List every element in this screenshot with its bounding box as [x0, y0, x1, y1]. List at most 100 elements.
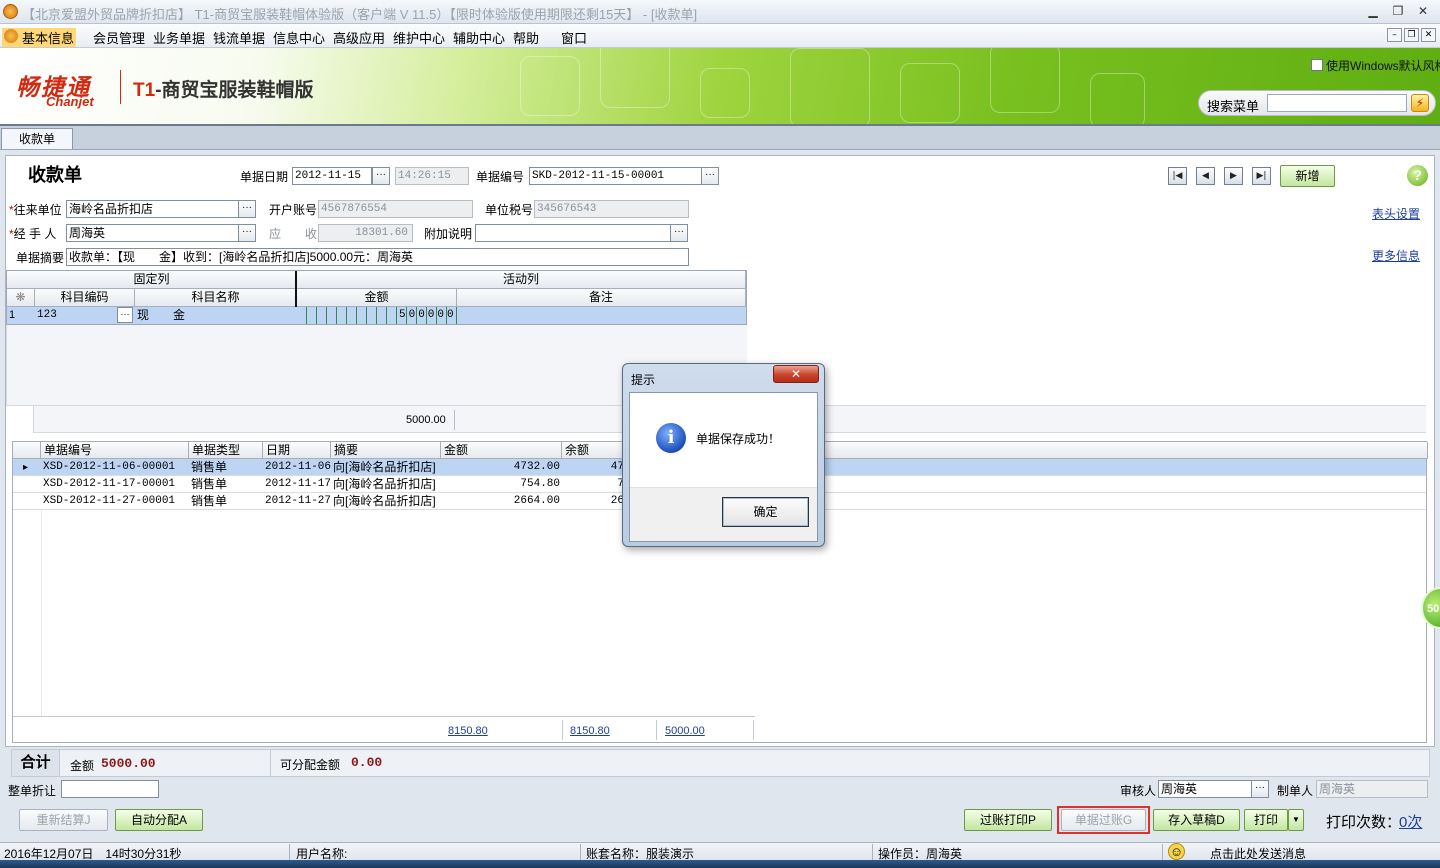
entry-sum-amount: 5000.00	[406, 414, 446, 426]
recalculate-button[interactable]: 重新结算J	[19, 809, 108, 831]
amount-cell[interactable]: 2664.00	[443, 494, 560, 509]
menu-auxiliary[interactable]: 辅助中心	[453, 28, 505, 47]
help-icon[interactable]: ?	[1407, 165, 1428, 186]
search-menu-label: 搜索菜单	[1207, 99, 1260, 114]
amount-cell[interactable]: 500000	[399, 308, 457, 323]
allocated-total-link[interactable]: 5000.00	[665, 724, 705, 739]
note-picker-button[interactable]: ···	[670, 224, 688, 242]
search-menu-input[interactable]	[1267, 94, 1407, 112]
header-settings-link[interactable]: 表头设置	[1372, 205, 1420, 222]
partner-picker-button[interactable]: ···	[238, 200, 256, 218]
menu-advanced[interactable]: 高级应用	[333, 28, 385, 47]
amount-total-link[interactable]: 8150.80	[448, 724, 488, 739]
os-taskbar	[0, 860, 1440, 868]
menu-basic-info[interactable]: 基本信息	[2, 28, 77, 47]
column-header[interactable]: 金额	[441, 442, 562, 459]
doc-number-field[interactable]: SKD-2012-11-15-00001	[529, 167, 702, 185]
windows-style-checkbox[interactable]	[1311, 59, 1323, 71]
print-count-link[interactable]: 0次	[1399, 811, 1422, 832]
doc-number-cell[interactable]: XSD-2012-11-27-00001	[43, 494, 175, 509]
table-row[interactable]: 1 123 ··· 现 金 500000	[7, 307, 746, 324]
menu-info-center[interactable]: 信息中心	[273, 28, 325, 47]
partner-label: *往来单位	[9, 201, 62, 218]
doc-type-cell[interactable]: 销售单	[191, 460, 227, 475]
totals-label: 合计	[12, 750, 60, 776]
doc-number-cell[interactable]: XSD-2012-11-06-00001	[43, 460, 175, 475]
doc-type-cell[interactable]: 销售单	[191, 477, 227, 492]
print-dropdown-icon[interactable]: ▼	[1288, 809, 1304, 831]
dialog-ok-button[interactable]: 确定	[722, 497, 809, 527]
date-field[interactable]: 2012-11-15	[292, 167, 372, 185]
partner-field[interactable]: 海岭名品折扣店	[66, 200, 239, 218]
column-header[interactable]: 金额	[297, 289, 457, 307]
first-record-button[interactable]: |◀	[1168, 167, 1187, 185]
account-code-cell[interactable]: 123	[37, 308, 57, 323]
menu-help[interactable]: 帮助	[513, 28, 539, 47]
column-header[interactable]: 备注	[457, 289, 746, 307]
new-button[interactable]: 新增	[1280, 165, 1335, 187]
last-record-button[interactable]: ▶|	[1252, 167, 1271, 185]
date-cell[interactable]: 2012-11-06	[265, 460, 331, 475]
post-and-print-button[interactable]: 过账打印P	[964, 809, 1052, 831]
mdi-minimize-button[interactable]: –	[1387, 28, 1402, 42]
auto-allocate-button[interactable]: 自动分配A	[115, 809, 203, 831]
auditor-picker-button[interactable]: ···	[1251, 780, 1269, 798]
dialog-body: i 单据保存成功！ 确定	[629, 392, 818, 542]
handler-field[interactable]: 周海英	[66, 224, 239, 242]
dialog-title: 提示	[631, 373, 656, 387]
date-cell[interactable]: 2012-11-27	[265, 494, 331, 509]
date-picker-button[interactable]: ···	[372, 167, 390, 185]
close-button[interactable]: ✕	[1414, 3, 1432, 19]
doc-number-picker-button[interactable]: ···	[701, 167, 719, 185]
menu-business-docs[interactable]: 业务单据	[153, 28, 205, 47]
column-header[interactable]: 单据类型	[189, 442, 263, 459]
sum-row-marker	[6, 406, 34, 433]
doc-number-cell[interactable]: XSD-2012-11-17-00001	[43, 477, 175, 492]
menu-cashflow-docs[interactable]: 钱流单据	[213, 28, 265, 47]
column-header[interactable]: 科目编码	[35, 289, 135, 307]
restore-button[interactable]: ❐	[1389, 3, 1407, 19]
more-info-link[interactable]: 更多信息	[1372, 247, 1420, 264]
handler-label: *经 手 人	[9, 225, 56, 242]
mdi-close-button[interactable]: ✕	[1421, 28, 1436, 42]
print-button[interactable]: 打印	[1244, 809, 1288, 831]
summary-cell[interactable]: 向[海岭名品折扣店]	[333, 477, 439, 492]
note-field[interactable]	[475, 224, 672, 242]
minimize-button[interactable]: ▁	[1364, 3, 1382, 19]
post-document-button[interactable]: 单据过账G	[1061, 809, 1146, 831]
balance-cell[interactable]: 26	[564, 494, 624, 509]
code-picker-button[interactable]: ···	[117, 307, 133, 323]
save-draft-button[interactable]: 存入草稿D	[1153, 809, 1240, 831]
next-record-button[interactable]: ▶	[1224, 167, 1243, 185]
search-go-icon[interactable]: ⚡	[1411, 94, 1429, 112]
menu-member[interactable]: 会员管理	[93, 28, 145, 47]
auditor-field[interactable]: 周海英	[1158, 780, 1253, 798]
dialog-close-button[interactable]: ✕	[773, 365, 819, 383]
column-header[interactable]: 摘要	[331, 442, 441, 459]
amount-cell[interactable]: 754.80	[443, 477, 560, 492]
summary-cell[interactable]: 向[海岭名品折扣店]	[333, 494, 439, 509]
date-cell[interactable]: 2012-11-17	[265, 477, 331, 492]
mdi-restore-button[interactable]: ❐	[1404, 28, 1419, 42]
amount-cell[interactable]: 4732.00	[443, 460, 560, 475]
grid-corner: ❋	[7, 289, 35, 307]
grid-corner	[13, 442, 41, 459]
doc-type-cell[interactable]: 销售单	[191, 494, 227, 509]
discount-field[interactable]	[61, 780, 159, 798]
account-name-cell[interactable]: 现 金	[137, 308, 185, 323]
menu-maintenance[interactable]: 维护中心	[393, 28, 445, 47]
summary-cell[interactable]: 向[海岭名品折扣店]	[333, 460, 439, 475]
column-header[interactable]: 单据编号	[41, 442, 189, 459]
column-header[interactable]: 科目名称	[135, 289, 297, 307]
summary-field[interactable]: 收款单：【现 金】收到：[海岭名品折扣店]5000.00元：周海英	[66, 248, 689, 266]
balance-total-link[interactable]: 8150.80	[570, 724, 610, 739]
tab-receipt[interactable]: 收款单	[1, 128, 73, 149]
menu-window[interactable]: 窗口	[561, 28, 587, 47]
total-amount-value: 5000.00	[101, 756, 156, 771]
allocatable-label: 可分配金额	[280, 758, 341, 772]
prev-record-button[interactable]: ◀	[1196, 167, 1215, 185]
balance-cell[interactable]: 7	[564, 477, 624, 492]
handler-picker-button[interactable]: ···	[238, 224, 256, 242]
column-header[interactable]: 日期	[263, 442, 331, 459]
balance-cell[interactable]: 47	[564, 460, 624, 475]
